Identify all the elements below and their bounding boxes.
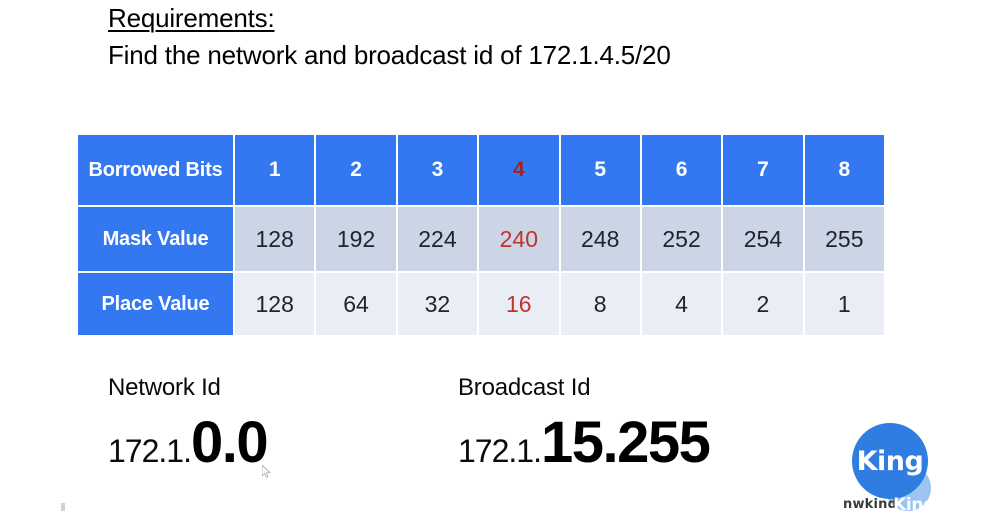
cell-mask-value-7: 254 [723, 207, 803, 271]
nwking-logo-watermark: King nwkind King [843, 423, 953, 523]
mouse-pointer-icon [262, 465, 271, 478]
cell-borrowed-bits-4: 4 [479, 135, 559, 205]
logo-circle: King [852, 423, 928, 499]
cell-borrowed-bits-8: 8 [804, 135, 884, 205]
cell-place-value-7: 2 [723, 273, 803, 335]
network-id-prefix: 172.1. [108, 433, 192, 469]
cell-place-value-1: 128 [235, 273, 315, 335]
cell-mask-value-5: 248 [560, 207, 640, 271]
cell-place-value-2: 64 [316, 273, 396, 335]
cell-place-value-5: 8 [560, 273, 640, 335]
cell-borrowed-bits-2: 2 [316, 135, 396, 205]
row-label-borrowed-bits: Borrowed Bits [78, 135, 233, 205]
cell-place-value-3: 32 [397, 273, 478, 335]
broadcast-id-group: Broadcast Id 172.1.15.255 [458, 374, 711, 472]
cell-borrowed-bits-1: 1 [235, 135, 315, 205]
network-id-label: Network Id [108, 374, 221, 401]
row-label-place-value: Place Value [78, 273, 233, 335]
requirements-question-text: Find the network and broadcast id of 172… [108, 40, 671, 70]
network-id-group: Network Id 172.1.0.0 [108, 374, 269, 472]
cell-place-value-4: 16 [479, 273, 559, 335]
table-row-mask-value: Mask Value 128 192 224 240 248 252 254 2… [78, 207, 884, 271]
cell-borrowed-bits-3: 3 [397, 135, 478, 205]
cell-borrowed-bits-5: 5 [560, 135, 640, 205]
network-id-host-part: 0.0 [190, 410, 269, 475]
table-row-borrowed-bits: Borrowed Bits 1 2 3 4 5 6 7 8 [78, 135, 884, 205]
broadcast-id-prefix: 172.1. [458, 433, 542, 469]
requirements-heading: Requirements: [108, 3, 275, 33]
cell-borrowed-bits-6: 6 [641, 135, 722, 205]
logo-ghost-label: King [893, 495, 936, 515]
borrowed-bits-table: Borrowed Bits 1 2 3 4 5 6 7 8 Mask Value… [76, 133, 886, 337]
cell-mask-value-6: 252 [641, 207, 722, 271]
cell-mask-value-8: 255 [804, 207, 884, 271]
broadcast-id-label: Broadcast Id [458, 374, 591, 401]
cell-place-value-8: 1 [804, 273, 884, 335]
cell-mask-value-2: 192 [316, 207, 396, 271]
broadcast-id-host-part: 15.255 [540, 410, 711, 475]
cell-place-value-6: 4 [641, 273, 722, 335]
row-label-mask-value: Mask Value [78, 207, 233, 271]
network-id-value: 172.1.0.0 [108, 414, 269, 472]
cell-mask-value-3: 224 [397, 207, 478, 271]
cell-borrowed-bits-7: 7 [723, 135, 803, 205]
table-row-place-value: Place Value 128 64 32 16 8 4 2 1 [78, 273, 884, 335]
corner-artifact [61, 503, 65, 511]
logo-circle-label: King [856, 445, 924, 477]
cell-mask-value-4: 240 [479, 207, 559, 271]
requirements-block: Requirements: Find the network and broad… [108, 2, 868, 72]
cell-mask-value-1: 128 [235, 207, 315, 271]
broadcast-id-value: 172.1.15.255 [458, 414, 711, 472]
